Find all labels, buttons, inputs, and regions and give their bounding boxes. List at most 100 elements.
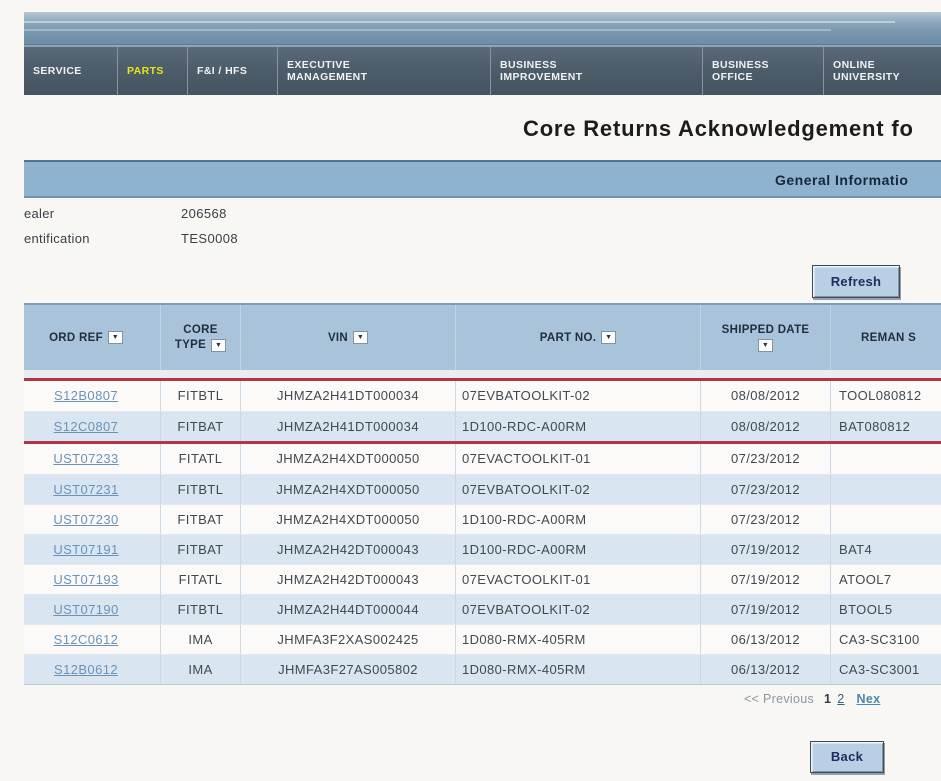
column-header-vin: VIN ▼ <box>240 305 455 370</box>
table-row: S12B0612IMAJHMFA3F27AS0058021D080-RMX-40… <box>24 654 941 684</box>
ord-ref-cell: S12C0612 <box>24 625 160 654</box>
table-cell-vin: JHMZA2H4XDT000050 <box>240 444 455 474</box>
ord-ref-cell: UST07191 <box>24 535 160 564</box>
table-cell-part_no: 1D100-RDC-A00RM <box>455 535 700 564</box>
ord-ref-cell: S12B0612 <box>24 655 160 684</box>
sort-arrow-icon[interactable]: ▼ <box>211 339 226 352</box>
nav-tab-label: EXECUTIVE <box>287 59 490 72</box>
previous-page-link[interactable]: << Previous <box>744 692 814 706</box>
ord-ref-link[interactable]: S12C0612 <box>54 632 119 647</box>
ord-ref-cell: UST07230 <box>24 505 160 534</box>
nav-tab-parts[interactable]: PARTS <box>117 47 187 95</box>
nav-tab-online-university[interactable]: ONLINE UNIVERSITY <box>823 47 941 95</box>
table-row: UST07191FITBATJHMZA2H42DT0000431D100-RDC… <box>24 534 941 564</box>
table-row: UST07230FITBATJHMZA2H4XDT0000501D100-RDC… <box>24 504 941 534</box>
next-page-link[interactable]: Nex <box>857 692 881 706</box>
sort-arrow-icon[interactable]: ▼ <box>758 339 773 352</box>
column-label: PART NO. <box>540 332 597 344</box>
ord-ref-link[interactable]: S12B0807 <box>54 388 118 403</box>
table-cell-reman_serial: TOOL080812 <box>830 381 941 411</box>
sort-arrow-icon[interactable]: ▼ <box>601 331 616 344</box>
ord-ref-link[interactable]: UST07190 <box>53 602 118 617</box>
table-cell-vin: JHMFA3F27AS005802 <box>240 655 455 684</box>
table-cell-core_type: FITBTL <box>160 381 240 411</box>
sort-arrow-icon[interactable]: ▼ <box>108 331 123 344</box>
table-cell-reman_serial: CA3-SC3100 <box>830 625 941 654</box>
table-cell-core_type: FITBTL <box>160 595 240 624</box>
nav-tab-label: UNIVERSITY <box>833 71 941 84</box>
column-header-ord-ref: ORD REF ▼ <box>24 331 160 344</box>
column-label: REMAN S <box>861 332 916 344</box>
nav-tab-business-improvement[interactable]: BUSINESS IMPROVEMENT <box>490 47 702 95</box>
ord-ref-link[interactable]: UST07191 <box>53 542 118 557</box>
section-header-label: General Informatio <box>775 172 908 188</box>
table-cell-vin: JHMZA2H42DT000043 <box>240 565 455 594</box>
ord-ref-cell: S12B0807 <box>24 381 160 411</box>
ord-ref-link[interactable]: UST07233 <box>53 451 118 466</box>
nav-tab-label: IMPROVEMENT <box>500 71 702 84</box>
table-cell-core_type: FITBAT <box>160 412 240 441</box>
table-cell-reman_serial <box>830 444 941 474</box>
table-cell-core_type: FITATL <box>160 444 240 474</box>
nav-tab-fi-hfs[interactable]: F&I / HFS <box>187 47 277 95</box>
page-content: SERVICE PARTS F&I / HFS EXECUTIVE MANAGE… <box>24 0 941 781</box>
table-cell-reman_serial <box>830 505 941 534</box>
table-row: UST07233 FITATLJHMZA2H4XDT00005007EVACTOO… <box>24 444 941 474</box>
main-navigation: SERVICE PARTS F&I / HFS EXECUTIVE MANAGE… <box>24 45 941 95</box>
column-label: TYPE <box>175 339 206 351</box>
table-cell-reman_serial <box>830 475 941 504</box>
table-cell-part_no: 1D100-RDC-A00RM <box>455 505 700 534</box>
table-cell-reman_serial: BAT080812 <box>830 412 941 441</box>
nav-tab-label: BUSINESS <box>712 59 823 72</box>
column-header-reman-serial: REMAN S <box>830 305 941 370</box>
ord-ref-link[interactable]: S12B0612 <box>54 662 118 677</box>
ord-ref-cell: UST07190 <box>24 595 160 624</box>
nav-tab-label: PARTS <box>127 65 187 78</box>
table-cell-reman_serial: BTOOL5 <box>830 595 941 624</box>
nav-tab-label: ONLINE <box>833 59 941 72</box>
back-button[interactable]: Back <box>810 741 884 773</box>
table-row: S12C0612IMAJHMFA3F2XAS0024251D080-RMX-40… <box>24 624 941 654</box>
ord-ref-link[interactable]: UST07230 <box>53 512 118 527</box>
column-label: ORD REF <box>49 332 103 344</box>
table-bottom-border <box>24 684 941 685</box>
table-cell-vin: JHMZA2H42DT000043 <box>240 535 455 564</box>
ord-ref-link[interactable]: S12C0807 <box>54 419 119 434</box>
table-cell-core_type: IMA <box>160 655 240 684</box>
ord-ref-link[interactable]: UST07231 <box>53 482 118 497</box>
table-cell-core_type: FITBAT <box>160 505 240 534</box>
nav-tab-label: MANAGEMENT <box>287 71 490 84</box>
table-cell-part_no: 07EVACTOOLKIT-01 <box>455 444 700 474</box>
refresh-button[interactable]: Refresh <box>812 265 900 298</box>
table-cell-reman_serial: CA3-SC3001 <box>830 655 941 684</box>
table-cell-vin: JHMZA2H41DT000034 <box>240 381 455 411</box>
ord-ref-link[interactable]: UST07193 <box>53 572 118 587</box>
nav-tab-service[interactable]: SERVICE <box>24 47 117 95</box>
column-label: CORE <box>183 324 217 336</box>
table-cell-part_no: 1D080-RMX-405RM <box>455 625 700 654</box>
table-cell-shipped_date: 08/08/2012 <box>700 381 830 411</box>
nav-tab-label: F&I / HFS <box>197 65 277 78</box>
general-information-section-header: General Informatio <box>24 160 941 198</box>
dealer-value: 206568 <box>181 206 227 221</box>
ord-ref-cell: UST07231 <box>24 475 160 504</box>
table-header-row: ORD REF ▼ CORE TYPE ▼ VIN ▼ <box>24 303 941 370</box>
nav-tab-business-office[interactable]: BUSINESS OFFICE <box>702 47 823 95</box>
sort-arrow-icon[interactable]: ▼ <box>353 331 368 344</box>
table-cell-part_no: 07EVBATOOLKIT-02 <box>455 381 700 411</box>
pagination: << Previous 1 2 Nex <box>744 692 880 706</box>
table-row: UST07190FITBTLJHMZA2H44DT00004407EVBATOO… <box>24 594 941 624</box>
identification-field-row: entification TES0008 <box>24 231 624 256</box>
nav-tab-executive-management[interactable]: EXECUTIVE MANAGEMENT <box>277 47 490 95</box>
ord-ref-cell: UST07233 <box>24 444 160 474</box>
table-cell-shipped_date: 07/23/2012 <box>700 475 830 504</box>
table-cell-shipped_date: 07/23/2012 <box>700 444 830 474</box>
table-cell-core_type: FITATL <box>160 565 240 594</box>
page-title: Core Returns Acknowledgement fo <box>523 116 914 142</box>
page-2-link[interactable]: 2 <box>837 692 844 706</box>
table-cell-reman_serial: ATOOL7 <box>830 565 941 594</box>
identification-value: TES0008 <box>181 231 238 246</box>
column-label: SHIPPED DATE <box>722 324 810 336</box>
screen: SERVICE PARTS F&I / HFS EXECUTIVE MANAGE… <box>0 0 941 781</box>
column-header-core-type: CORE TYPE ▼ <box>160 305 240 370</box>
